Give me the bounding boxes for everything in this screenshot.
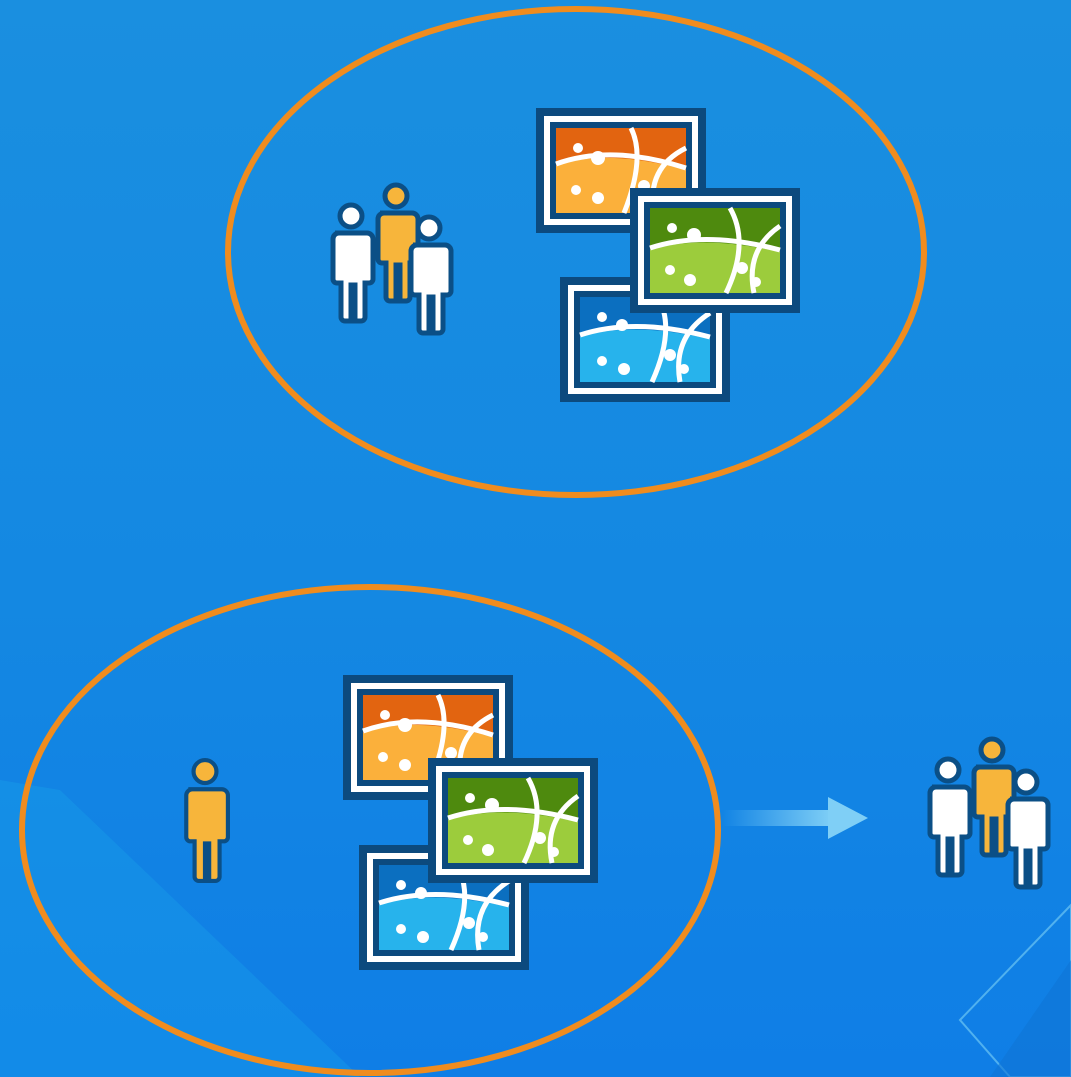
people-group-icon [333,185,451,333]
single-owner-group [19,584,721,1076]
shared-group [225,6,927,498]
arrow-shaft [722,810,832,826]
person-white-left [930,759,970,875]
arrow-head [828,797,868,839]
single-person-icon [186,760,228,881]
map-green [630,188,800,313]
diagram-canvas [0,0,1071,1077]
group-ellipse-bottom [19,584,721,1076]
share-arrow [722,797,868,839]
map-stack-bottom [343,675,598,970]
person-white-left [333,205,373,321]
diagram-svg [0,6,1071,1077]
people-group-icon [930,739,1048,887]
map-green [428,758,598,883]
map-stack-top [536,108,800,402]
